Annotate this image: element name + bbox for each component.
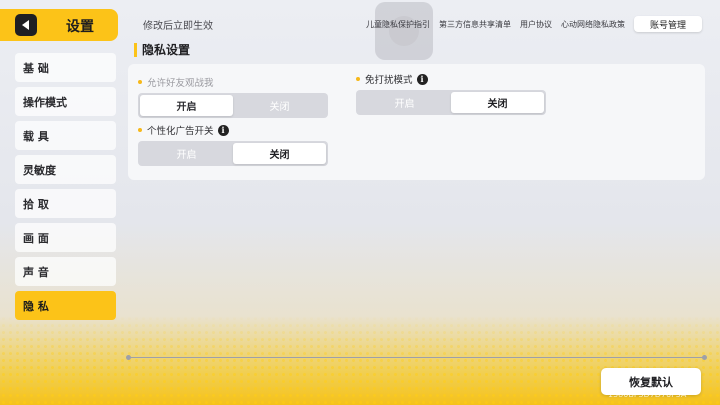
personal-ads-toggle[interactable]: 开启 关闭: [138, 141, 328, 166]
dnd-mode-on-option[interactable]: 开启: [358, 92, 451, 113]
sidebar-item-graphics[interactable]: 画 面: [15, 223, 116, 252]
friend-watch-on-option[interactable]: 开启: [140, 95, 233, 116]
setting-label: 允许好友观战我: [138, 76, 328, 89]
setting-label: 免打扰模式 i: [356, 73, 546, 86]
footer-divider: [126, 355, 707, 360]
friend-watch-off-option[interactable]: 关闭: [233, 95, 326, 116]
bullet-dot: [138, 128, 142, 132]
setting-label: 个性化广告开关 i: [138, 124, 328, 137]
sidebar-item-basic[interactable]: 基 础: [15, 53, 116, 82]
personal-ads-label: 个性化广告开关: [147, 126, 214, 137]
link-privacy-policy[interactable]: 心动网络隐私政策: [561, 19, 625, 30]
info-icon[interactable]: i: [416, 73, 428, 85]
sidebar-item-pickup[interactable]: 拾 取: [15, 189, 116, 218]
uid-watermark: 1580BF3D7D76F5A: [608, 390, 687, 399]
privacy-settings-panel: 允许好友观战我 开启 关闭 免打扰模式 i 开启 关闭 个性化广告开关 i 开启…: [128, 64, 705, 180]
settings-sidebar: 基 础 操作模式 载 具 灵敏度 拾 取 画 面 声 音 隐 私: [15, 53, 116, 325]
bullet-dot: [138, 80, 142, 84]
friend-watch-toggle[interactable]: 开启 关闭: [138, 93, 328, 118]
personal-ads-off-option[interactable]: 关闭: [233, 143, 326, 164]
sidebar-item-vehicle[interactable]: 载 具: [15, 121, 116, 150]
dnd-mode-toggle[interactable]: 开启 关闭: [356, 90, 546, 115]
setting-dnd-mode: 免打扰模式 i 开启 关闭: [356, 73, 546, 115]
personal-ads-on-option[interactable]: 开启: [140, 143, 233, 164]
dnd-mode-label: 免打扰模式: [365, 75, 413, 86]
section-title: 隐私设置: [134, 43, 190, 57]
info-icon[interactable]: i: [217, 124, 229, 136]
link-user-agreement[interactable]: 用户协议: [520, 19, 552, 30]
sidebar-item-control-mode[interactable]: 操作模式: [15, 87, 116, 116]
bullet-dot: [356, 77, 360, 81]
page-title: 设置: [66, 19, 94, 35]
back-arrow-icon[interactable]: [15, 14, 37, 36]
setting-friend-watch: 允许好友观战我 开启 关闭: [138, 76, 328, 118]
top-links-bar: 儿童隐私保护指引 第三方信息共享清单 用户协议 心动网络隐私政策 账号管理: [366, 16, 702, 32]
sidebar-item-privacy[interactable]: 隐 私: [15, 291, 116, 320]
link-third-party-sharing[interactable]: 第三方信息共享清单: [439, 19, 511, 30]
sidebar-item-sensitivity[interactable]: 灵敏度: [15, 155, 116, 184]
link-children-privacy[interactable]: 儿童隐私保护指引: [366, 19, 430, 30]
account-management-button[interactable]: 账号管理: [634, 16, 702, 32]
dnd-mode-off-option[interactable]: 关闭: [451, 92, 544, 113]
friend-watch-label: 允许好友观战我: [147, 78, 214, 89]
page-header: 设置: [0, 9, 118, 41]
setting-personal-ads: 个性化广告开关 i 开启 关闭: [138, 124, 328, 166]
sidebar-item-sound[interactable]: 声 音: [15, 257, 116, 286]
settings-hint: 修改后立即生效: [143, 21, 213, 32]
